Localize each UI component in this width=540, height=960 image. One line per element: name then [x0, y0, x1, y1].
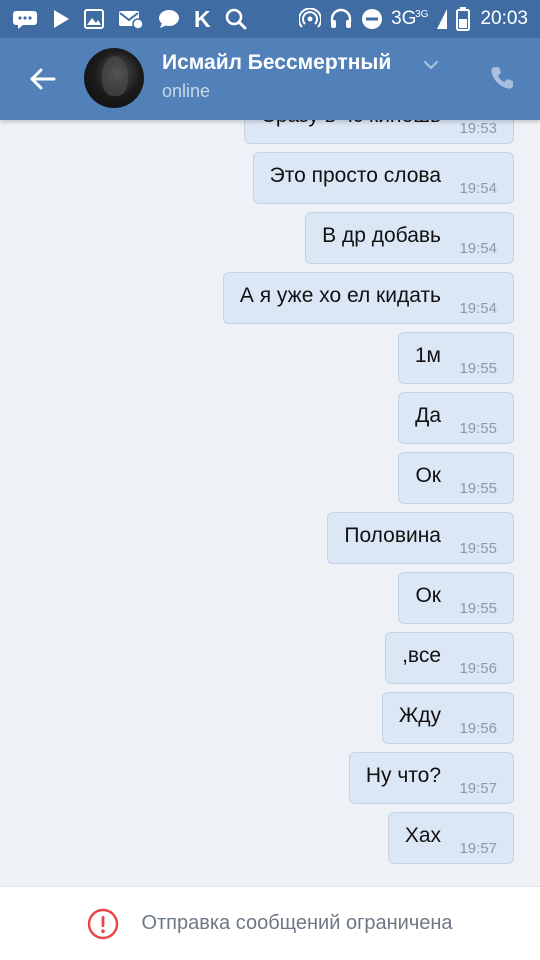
message-bubble[interactable]: Жду 19:56: [381, 692, 514, 744]
message-time: 19:57: [459, 780, 497, 797]
composer-restricted-notice: Отправка сообщений ограничена: [0, 886, 540, 960]
message-icon: [158, 7, 180, 31]
hotspot-icon: [299, 7, 322, 31]
message-text: А я уже хо ел кидать: [239, 284, 441, 307]
phone-icon: [491, 67, 513, 89]
contact-name[interactable]: Исмайл Бессмертный: [162, 51, 391, 75]
message-time: 19:54: [459, 240, 497, 257]
message-text: Ок: [415, 584, 441, 607]
avatar[interactable]: [84, 48, 144, 108]
message-time: 19:54: [459, 180, 497, 197]
image-icon: [84, 7, 104, 31]
message-bubble[interactable]: ,все 19:56: [385, 632, 514, 684]
search-icon: [225, 7, 247, 31]
call-button[interactable]: [486, 62, 518, 94]
status-bar-notifications: K: [12, 7, 247, 31]
network-label: 3G: [391, 8, 417, 29]
message-bubble[interactable]: Хах 19:57: [387, 812, 514, 864]
message-list[interactable]: Сразу в чс кинешь 19:53 Это просто слова 19…: [0, 120, 540, 886]
message-text: Жду: [398, 704, 441, 727]
message-text: Сразу в чс кинешь: [261, 120, 441, 128]
message-text: Ок: [415, 464, 441, 487]
headset-icon: [329, 7, 353, 31]
message-time: 19:54: [459, 300, 497, 317]
message-time: 19:55: [459, 600, 497, 617]
message-bubble[interactable]: Ок 19:55: [398, 572, 514, 624]
restricted-notice-text: Отправка сообщений ограничена: [141, 912, 453, 934]
play-icon: [52, 7, 70, 31]
chat-bubbles-icon: [12, 7, 38, 31]
status-bar: K 3G 3G 20:03: [0, 0, 540, 38]
message-time: 19:55: [459, 420, 497, 437]
battery-icon: [456, 7, 471, 31]
message-bubble[interactable]: А я уже хо ел кидать 19:54: [222, 272, 514, 324]
status-time: 20:03: [480, 8, 528, 29]
signal-icon: [436, 7, 448, 31]
message-bubble[interactable]: Да 19:55: [398, 392, 514, 444]
message-time: 19:55: [459, 360, 497, 377]
message-bubble[interactable]: 1м 19:55: [397, 332, 514, 384]
network-sup: 3G: [415, 9, 429, 20]
message-text: Да: [415, 404, 441, 427]
message-bubble[interactable]: Ну что? 19:57: [348, 752, 514, 804]
back-button[interactable]: [24, 61, 60, 97]
alert-circle-icon: [87, 908, 119, 940]
chevron-down-icon[interactable]: [423, 59, 439, 71]
message-text: 1м: [414, 344, 441, 367]
message-bubble[interactable]: Ок 19:55: [398, 452, 514, 504]
network-type: 3G 3G: [391, 7, 428, 31]
message-text: Хах: [404, 824, 441, 847]
message-time: 19:55: [459, 480, 497, 497]
message-time: 19:53: [459, 120, 497, 137]
vk-logo-icon: K: [194, 6, 211, 32]
message-time: 19:57: [459, 840, 497, 857]
mail-icon: [118, 7, 144, 31]
message-bubble[interactable]: В др добавь 19:54: [305, 212, 514, 264]
message-time: 19:55: [459, 540, 497, 557]
message-column: Сразу в чс кинешь 19:53 Это просто слова 19…: [14, 120, 514, 864]
status-bar-system: 3G 3G 20:03: [299, 7, 528, 31]
message-bubble[interactable]: Сразу в чс кинешь 19:53: [243, 120, 514, 144]
message-text: Это просто слова: [269, 164, 441, 187]
message-text: Ну что?: [365, 764, 441, 787]
message-bubble[interactable]: Половина 19:55: [327, 512, 514, 564]
do-not-disturb-icon: [361, 7, 383, 31]
message-time: 19:56: [459, 720, 497, 737]
message-text: В др добавь: [322, 224, 441, 247]
message-text: Половина: [344, 524, 441, 547]
arrow-left-icon: [30, 68, 56, 90]
message-bubble[interactable]: Это просто слова 19:54: [252, 152, 514, 204]
message-text: ,все: [402, 644, 441, 667]
message-time: 19:56: [459, 660, 497, 677]
contact-status: online: [162, 81, 211, 101]
chat-header: Исмайл Бессмертный online: [0, 38, 540, 120]
